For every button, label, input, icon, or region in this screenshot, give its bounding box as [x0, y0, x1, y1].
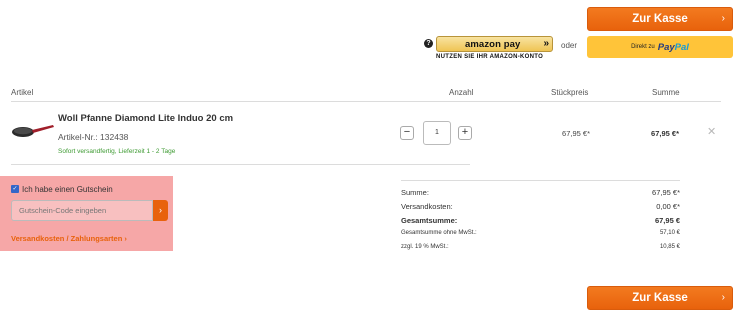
summary-value: 10,85 €: [659, 244, 680, 250]
header-total: Summe: [652, 88, 680, 97]
summary-label: Summe:: [401, 188, 429, 197]
voucher-checkbox-label[interactable]: Ich habe einen Gutschein: [22, 185, 113, 194]
quantity-decrease-button[interactable]: −: [400, 126, 414, 140]
summary-label: zzgl. 19 % MwSt.:: [401, 244, 449, 250]
shipping-payment-link[interactable]: Versandkosten / Zahlungsarten ›: [11, 234, 127, 243]
header-article: Artikel: [11, 88, 34, 97]
summary-row-vat: zzgl. 19 % MwSt.: 10,85 €: [401, 244, 680, 250]
summary-row-grand-total: Gesamtsumme: 67,95 €: [401, 216, 680, 225]
amazon-pay-subtitle: NUTZEN SIE IHR AMAZON-KONTO: [436, 54, 544, 60]
unit-price: 67,95 €*: [562, 129, 590, 138]
voucher-checkbox[interactable]: ✓: [11, 185, 19, 193]
summary-value: 0,00 €*: [656, 202, 680, 211]
summary-row-subtotal: Summe: 67,95 €*: [401, 188, 680, 197]
double-chevron-icon: »: [543, 38, 548, 49]
chevron-right-icon: ›: [721, 13, 725, 24]
help-icon[interactable]: ?: [424, 39, 433, 48]
checkout-button-label: Zur Kasse: [632, 13, 688, 25]
checkout-button-top[interactable]: Zur Kasse ›: [587, 7, 733, 31]
paypal-direct-label: Direkt zu: [631, 44, 655, 50]
summary-value: 57,10 €: [659, 230, 680, 236]
summary-row-shipping: Versandkosten: 0,00 €*: [401, 202, 680, 211]
summary-row-net: Gesamtsumme ohne MwSt.: 57,10 €: [401, 230, 680, 236]
summary-divider: [401, 180, 680, 181]
checkout-button-bottom[interactable]: Zur Kasse ›: [587, 286, 733, 310]
summary-label: Gesamtsumme ohne MwSt.:: [401, 230, 477, 236]
product-number: Artikel-Nr.: 132438: [58, 132, 129, 142]
paypal-button[interactable]: Direkt zu Pay Pal: [587, 36, 733, 58]
chevron-right-icon: ›: [721, 292, 725, 303]
summary-value: 67,95 €*: [652, 188, 680, 197]
header-unit-price: Stückpreis: [551, 88, 589, 97]
amazon-pay-label: amazon pay: [465, 38, 521, 50]
product-name-link[interactable]: Woll Pfanne Diamond Lite Induo 20 cm: [58, 113, 233, 124]
paypal-logo-pal: Pal: [674, 41, 689, 53]
voucher-code-input[interactable]: Gutschein-Code eingeben: [11, 200, 153, 221]
checkout-button-label: Zur Kasse: [632, 292, 688, 304]
quantity-input[interactable]: 1: [423, 121, 451, 145]
summary-label: Versandkosten:: [401, 202, 453, 211]
remove-item-icon[interactable]: ✕: [707, 125, 716, 138]
row-total: 67,95 €*: [651, 129, 679, 138]
product-shipping-status: Sofort versandfertig, Lieferzeit 1 - 2 T…: [58, 148, 176, 155]
header-quantity: Anzahl: [449, 88, 474, 97]
voucher-submit-button[interactable]: ›: [153, 200, 168, 221]
summary-value: 67,95 €: [654, 216, 680, 225]
summary-label: Gesamtsumme:: [401, 216, 458, 225]
quantity-increase-button[interactable]: +: [458, 126, 472, 140]
product-divider: [11, 164, 470, 165]
product-image[interactable]: [11, 123, 55, 139]
or-separator: oder: [561, 41, 578, 50]
amazon-pay-button[interactable]: amazon pay »: [436, 36, 553, 52]
header-divider: [11, 101, 721, 102]
paypal-logo-pay: Pay: [657, 41, 675, 53]
